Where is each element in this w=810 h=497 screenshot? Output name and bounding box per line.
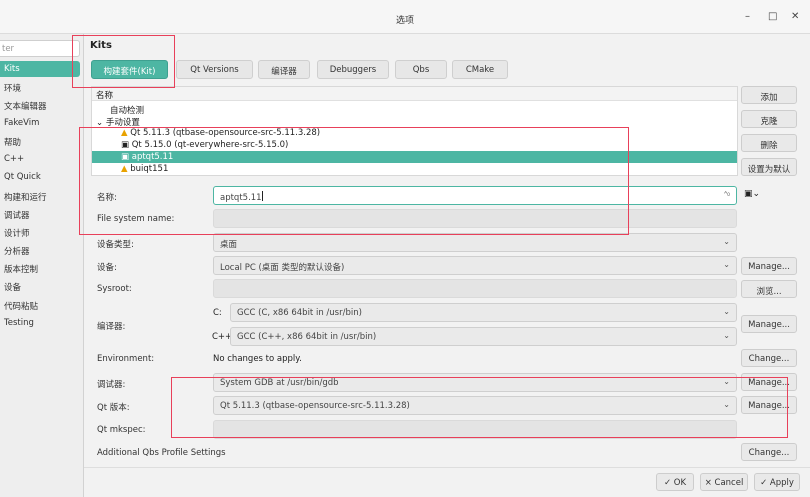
c-compiler-label: C: xyxy=(213,308,222,318)
sidebar-item-qt-quick[interactable]: Qt Quick xyxy=(0,169,82,185)
device-select[interactable]: Local PC (桌面 类型的默认设备) ⌄ xyxy=(213,256,737,275)
title-bar: 选项 – □ ✕ xyxy=(0,0,810,34)
sidebar-item-cpp[interactable]: C++ xyxy=(0,151,82,167)
chevron-down-icon: ⌄ xyxy=(723,331,730,340)
sysroot-label: Sysroot: xyxy=(97,284,132,294)
sidebar-item-version-control[interactable]: 版本控制 xyxy=(0,260,82,276)
sysroot-input[interactable] xyxy=(213,279,737,298)
sidebar: ter Kits 环境 文本编辑器 FakeVim 帮助 C++ Qt Quic… xyxy=(0,34,84,497)
device-type-label: 设备类型: xyxy=(97,240,134,250)
environment-label: Environment: xyxy=(97,354,155,364)
window-title: 选项 xyxy=(395,16,414,26)
chevron-down-icon: ⌄ xyxy=(723,307,730,316)
chevron-down-icon: ⌄ xyxy=(723,237,730,246)
monitor-icon[interactable]: ▣⌄ xyxy=(744,189,760,199)
device-type-select[interactable]: 桌面 ⌄ xyxy=(213,233,737,252)
sidebar-item-debugger[interactable]: 调试器 xyxy=(0,206,82,222)
filter-input[interactable]: ter xyxy=(0,40,80,57)
tree-group-auto[interactable]: 自动检测 xyxy=(92,103,737,116)
cpp-compiler-value: GCC (C++, x86 64bit in /usr/bin) xyxy=(237,332,377,342)
close-icon[interactable]: ✕ xyxy=(791,11,799,22)
sidebar-item-environment[interactable]: 环境 xyxy=(0,79,82,95)
compiler-label: 编译器: xyxy=(97,322,126,332)
ok-button[interactable]: ✓ OK xyxy=(656,473,694,491)
tab-debuggers[interactable]: Debuggers xyxy=(317,60,389,79)
device-type-value: 桌面 xyxy=(220,240,238,250)
tab-qbs[interactable]: Qbs xyxy=(395,60,447,79)
annotation-box-kit-name xyxy=(79,127,629,235)
sidebar-item-build-run[interactable]: 构建和运行 xyxy=(0,188,82,204)
debugger-label: 调试器: xyxy=(97,380,126,390)
mkspec-label: Qt mkspec: xyxy=(97,425,146,435)
text-format-icon[interactable]: ᴬ₀ xyxy=(724,190,730,198)
set-default-button[interactable]: 设置为默认 xyxy=(741,158,797,176)
cpp-compiler-select[interactable]: GCC (C++, x86 64bit in /usr/bin) ⌄ xyxy=(230,327,737,346)
annotation-box-kits-tab xyxy=(72,35,175,88)
tab-compilers[interactable]: 编译器 xyxy=(258,60,310,79)
sidebar-item-testing[interactable]: Testing xyxy=(0,315,82,331)
annotation-box-qt-version xyxy=(171,377,788,438)
remove-button[interactable]: 删除 xyxy=(741,134,797,152)
tree-header: 名称 xyxy=(92,87,737,101)
c-compiler-value: GCC (C, x86 64bit in /usr/bin) xyxy=(237,308,362,318)
add-button[interactable]: 添加 xyxy=(741,86,797,104)
device-value: Local PC (桌面 类型的默认设备) xyxy=(220,263,345,273)
tree-group-manual[interactable]: ⌄ 手动设置 xyxy=(92,115,737,128)
clone-button[interactable]: 克隆 xyxy=(741,110,797,128)
chevron-down-icon: ⌄ xyxy=(723,260,730,269)
sidebar-item-devices[interactable]: 设备 xyxy=(0,278,82,294)
qbs-settings-label: Additional Qbs Profile Settings xyxy=(97,448,226,458)
sidebar-item-fakevim[interactable]: FakeVim xyxy=(0,115,82,131)
sidebar-item-analyzer[interactable]: 分析器 xyxy=(0,242,82,258)
tab-qt-versions[interactable]: Qt Versions xyxy=(176,60,253,79)
sidebar-item-code-paste[interactable]: 代码粘贴 xyxy=(0,297,82,313)
minimize-icon[interactable]: – xyxy=(745,11,750,22)
maximize-icon[interactable]: □ xyxy=(768,11,777,22)
apply-button[interactable]: ✓ Apply xyxy=(754,473,800,491)
browse-button[interactable]: 浏览... xyxy=(741,280,797,298)
device-manage-button[interactable]: Manage... xyxy=(741,257,797,275)
environment-value: No changes to apply. xyxy=(213,354,302,364)
sidebar-item-help[interactable]: 帮助 xyxy=(0,133,82,149)
qt-version-label: Qt 版本: xyxy=(97,403,130,413)
sidebar-item-kits[interactable]: Kits xyxy=(0,61,80,77)
qbs-change-button[interactable]: Change... xyxy=(741,443,797,461)
sidebar-item-designer[interactable]: 设计师 xyxy=(0,224,82,240)
sidebar-item-text-editor[interactable]: 文本编辑器 xyxy=(0,97,82,113)
environment-change-button[interactable]: Change... xyxy=(741,349,797,367)
compiler-manage-button[interactable]: Manage... xyxy=(741,315,797,333)
c-compiler-select[interactable]: GCC (C, x86 64bit in /usr/bin) ⌄ xyxy=(230,303,737,322)
device-label: 设备: xyxy=(97,263,117,273)
tab-cmake[interactable]: CMake xyxy=(452,60,508,79)
cancel-button[interactable]: × Cancel xyxy=(700,473,748,491)
